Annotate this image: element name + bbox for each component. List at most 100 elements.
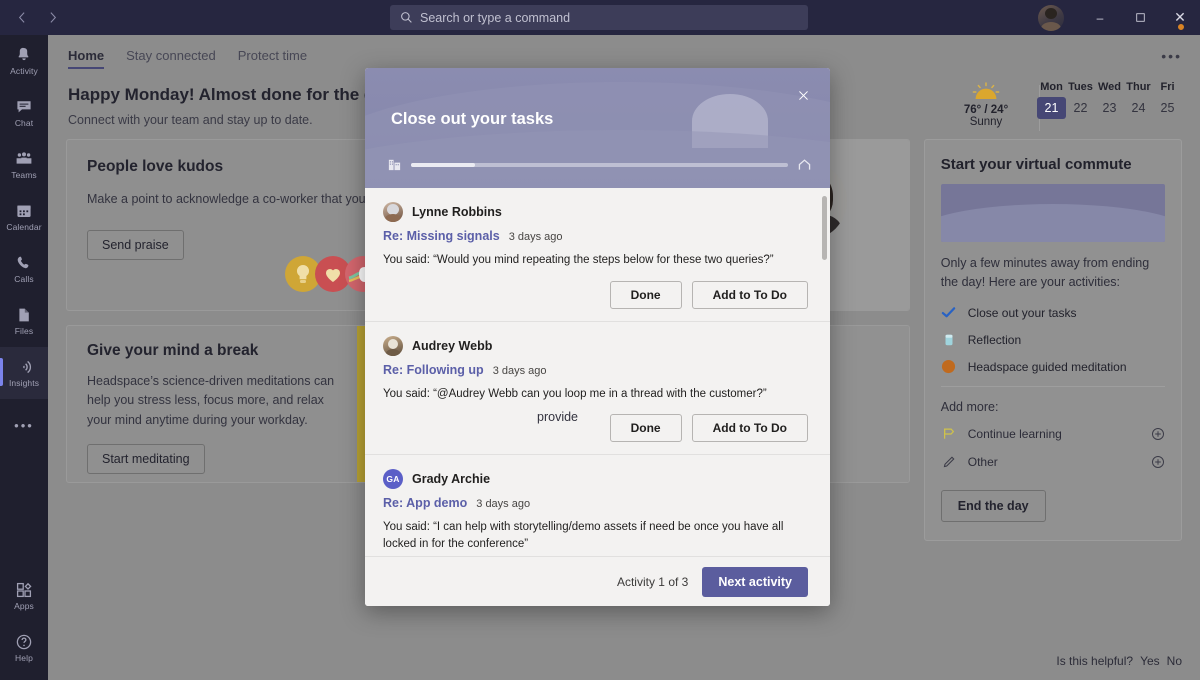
send-praise-button[interactable]: Send praise [87,230,184,261]
done-button[interactable]: Done [609,280,682,309]
day-name: Thur [1126,81,1151,93]
task-timestamp: 3 days ago [492,364,547,377]
avatar [383,335,403,356]
search-input[interactable] [390,5,808,30]
sidebar-item-activity[interactable]: Activity [0,35,48,87]
task-header: Lynne Robbins [383,202,808,222]
task-item: GA Grady Archie Re: App demo 3 days ago … [365,455,830,556]
sidebar-item-calls[interactable]: Calls [0,243,48,295]
close-icon[interactable] [792,84,814,106]
tab-bar: Home Stay connected Protect time ••• [48,35,1200,71]
add-to-todo-button[interactable]: Add to To Do [691,414,808,443]
reflection-icon [941,332,957,348]
feedback-yes-button[interactable]: Yes [1140,654,1160,668]
apps-icon [15,581,33,599]
day-wed[interactable]: Wed 23 [1095,81,1124,119]
done-button[interactable]: Done [609,414,682,443]
plus-circle-icon[interactable] [1151,455,1165,469]
teams-icon [15,150,33,168]
sidebar-item-teams[interactable]: Teams [0,139,48,191]
next-activity-button[interactable]: Next activity [702,566,808,597]
task-header: GA Grady Archie [383,469,808,490]
commute-illustration [940,184,1165,242]
task-header: Audrey Webb [383,335,808,356]
end-the-day-button[interactable]: End the day [940,489,1046,522]
avatar[interactable] [1038,4,1064,31]
task-subject-link[interactable]: Re: Following up [383,363,484,377]
day-tues[interactable]: Tues 22 [1066,81,1095,119]
task-subject-link[interactable]: Re: Missing signals [383,229,500,243]
phone-icon [15,254,33,272]
sidebar-item-label: Insights [8,378,40,388]
add-item-other[interactable]: Other [941,454,1165,470]
commute-description: Only a few minutes away from ending the … [940,256,1150,289]
day-fri[interactable]: Fri 25 [1153,81,1182,119]
sidebar-item-calendar[interactable]: Calendar [0,191,48,243]
app-rail-bottom: Apps Help [0,570,48,674]
day-mon[interactable]: Mon 21 [1037,81,1066,119]
sidebar-item-label: Chat [14,118,34,128]
week-daystrip: Mon 21 Tues 22 Wed 23 Thur 24 Fri 25 [1037,81,1182,119]
task-item: Audrey Webb Re: Following up 3 days ago … [365,322,830,456]
modal-task-list[interactable]: Lynne Robbins Re: Missing signals 3 days… [365,188,830,556]
activity-item-reflection[interactable]: Reflection [941,332,1165,348]
sidebar-item-chat[interactable]: Chat [0,87,48,139]
checkmark-icon [941,305,957,321]
sidebar-item-apps[interactable]: Apps [0,570,48,622]
weather-widget: 76° / 24° Sunny [940,81,1032,128]
minimize-button[interactable]: – [1080,0,1120,35]
day-number: 23 [1102,101,1117,115]
forward-icon[interactable] [38,5,66,31]
sidebar-item-files[interactable]: Files [0,295,48,347]
task-item: Lynne Robbins Re: Missing signals 3 days… [365,188,830,322]
mind-title: Give your mind a break [87,342,259,359]
sidebar-overflow-button[interactable]: ••• [0,399,48,451]
right-column: Start your virtual commute Only a few mi… [923,139,1182,541]
teams-app-window: – ✕ Activity Chat Teams [0,0,1200,680]
task-actions: Done Add to To Do [383,280,808,309]
day-number: 24 [1131,101,1146,115]
maximize-button[interactable] [1120,0,1160,35]
page-overflow-button[interactable]: ••• [1161,48,1182,64]
add-item-label: Other [967,454,998,469]
status-badge [1176,22,1186,32]
sidebar-item-insights[interactable]: Insights [0,347,48,399]
add-item-continue-learning[interactable]: Continue learning [941,426,1165,442]
add-to-todo-button[interactable]: Add to To Do [691,280,808,309]
sidebar-item-help[interactable]: Help [0,622,48,674]
activity-item-headspace[interactable]: Headspace guided meditation [941,359,1165,375]
back-icon[interactable] [8,5,36,31]
mind-body: Give your mind a break Headspace’s scien… [67,326,357,482]
sidebar-overflow-label: ••• [14,417,34,433]
tab-home[interactable]: Home [68,48,105,71]
pencil-icon [941,454,957,470]
task-quote: You said: “@Audrey Webb can you loop me … [383,387,767,400]
day-number: 21 [1037,97,1066,119]
feedback-no-button[interactable]: No [1167,654,1182,668]
task-timestamp: 3 days ago [508,231,563,243]
task-quote: You said: “I can help with storytelling/… [383,521,784,551]
feedback-question: Is this helpful? [1056,654,1134,668]
day-name: Wed [1097,81,1122,93]
bell-icon [15,46,33,64]
sidebar-item-label: Calendar [6,222,42,232]
start-meditating-button[interactable]: Start meditating [87,444,205,475]
task-subject-row: Re: App demo 3 days ago [383,496,808,510]
day-thur[interactable]: Thur 24 [1124,81,1153,119]
task-subject-row: Re: Following up 3 days ago [383,363,808,377]
tab-stay-connected[interactable]: Stay connected [126,48,216,71]
sidebar-item-label: Apps [14,601,34,611]
plus-circle-icon[interactable] [1151,427,1165,441]
task-subject-link[interactable]: Re: App demo [383,496,467,510]
panel-divider [940,385,1165,387]
home-icon [797,157,812,172]
headspace-icon [941,359,957,375]
tab-protect-time[interactable]: Protect time [238,48,307,71]
progress-bar[interactable] [411,162,788,167]
activity-item-close-tasks[interactable]: Close out your tasks [941,305,1165,321]
activity-counter: Activity 1 of 3 [616,574,689,589]
day-name: Fri [1160,81,1175,93]
modal-title: Close out your tasks [391,110,554,128]
add-item-label: Continue learning [967,426,1062,441]
add-more-label: Add more: [940,399,999,414]
